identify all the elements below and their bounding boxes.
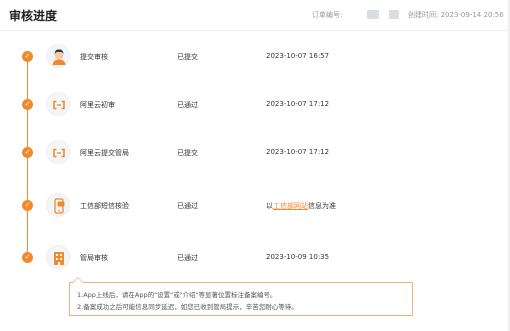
- step-time-prefix: 以: [266, 202, 273, 210]
- timeline-line: [27, 207, 28, 252]
- check-icon: ✓: [22, 51, 33, 62]
- step-status: 已提交: [177, 149, 198, 157]
- person-avatar-icon: [46, 44, 70, 68]
- step-status: 已通过: [177, 101, 198, 109]
- page-header: 审核进度 订单编号: 创建时间: 2023-09-14 20:56: [0, 0, 510, 30]
- step-time-suffix: 信息为准: [308, 202, 336, 210]
- check-icon: ✓: [22, 252, 33, 263]
- check-icon: ✓: [22, 200, 33, 211]
- step-name: 提交审核: [80, 53, 108, 61]
- step-status: 已通过: [177, 254, 198, 262]
- step-name: 工信部短信核验: [80, 202, 129, 210]
- aliyun-logo-icon: [46, 140, 70, 164]
- timeline-line: [27, 62, 28, 104]
- header-divider: [0, 30, 510, 31]
- step-status: 已提交: [177, 53, 198, 61]
- step-time: 2023-10-07 16:57: [266, 52, 330, 60]
- step-name: 阿里云初审: [80, 101, 115, 109]
- check-icon: ✓: [22, 99, 33, 110]
- step-time: 2023-10-07 17:12: [266, 100, 330, 108]
- aliyun-logo-icon: [46, 92, 70, 116]
- step-name: 管局审核: [80, 254, 108, 262]
- created-time-label: 创建时间: 2023-09-14 20:56: [408, 11, 504, 19]
- building-icon: [46, 245, 70, 269]
- page-title: 审核进度: [9, 9, 58, 23]
- timeline-line: [27, 158, 28, 201]
- timeline-line: [27, 110, 28, 152]
- step-time: 2023-10-07 17:12: [266, 148, 330, 156]
- tip-line: 1.App上线后，请在App的"设置"或"介绍"等显著位置标注备案编号。: [77, 291, 277, 299]
- tip-line: 2.备案成功之后可能信息同步延迟，如您已收到管局提示，辛苦您耐心等待。: [77, 303, 298, 311]
- miit-website-link[interactable]: 工信部网站: [273, 202, 308, 210]
- order-number-label: 订单编号:: [312, 11, 343, 19]
- tip-box: 1.App上线后，请在App的"设置"或"介绍"等显著位置标注备案编号。 2.备…: [69, 282, 413, 316]
- tip-arrow-fill: [73, 278, 83, 283]
- step-name: 阿里云提交管局: [80, 149, 129, 157]
- step-time-note: 以工信部网站信息为准: [266, 201, 336, 211]
- order-number-masked-2: [389, 10, 399, 19]
- phone-sms-icon: [46, 193, 70, 217]
- check-icon: ✓: [22, 147, 33, 158]
- step-time: 2023-10-09 10:35: [266, 253, 330, 261]
- order-number-masked: [367, 10, 379, 19]
- step-status: 已通过: [177, 202, 198, 210]
